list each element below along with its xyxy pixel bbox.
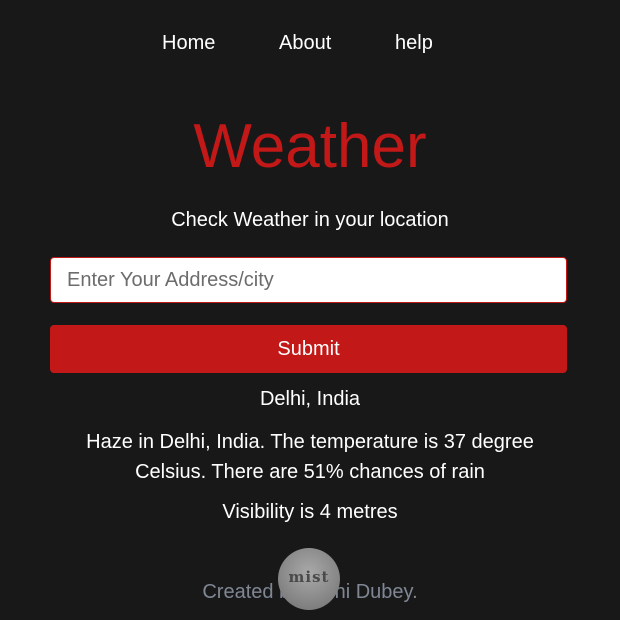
mist-icon-label: mist	[288, 568, 330, 586]
page-title: Weather	[193, 112, 427, 181]
result-visibility: Visibility is 4 metres	[222, 501, 398, 523]
mist-icon: mist	[278, 548, 340, 610]
address-input[interactable]	[50, 257, 567, 303]
result-location: Delhi, India	[259, 388, 361, 410]
top-nav: Home About help	[0, 30, 620, 56]
nav-about-link[interactable]: About	[279, 30, 331, 56]
weather-page: Home About help Weather Check Weather in…	[0, 0, 620, 620]
result-description: Haze in Delhi, India. The temperature is…	[86, 431, 534, 483]
nav-help-link[interactable]: help	[395, 30, 433, 56]
page-subtitle: Check Weather in your location	[171, 209, 449, 231]
nav-home-link[interactable]: Home	[162, 30, 215, 56]
submit-button[interactable]: Submit	[50, 325, 567, 373]
